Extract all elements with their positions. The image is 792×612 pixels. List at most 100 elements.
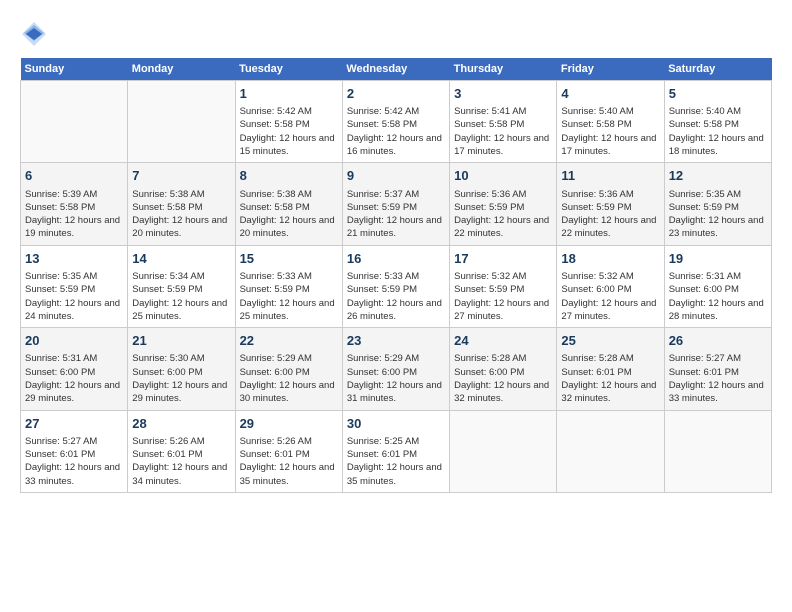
daylight: Daylight: 12 hours and 22 minutes. bbox=[561, 215, 656, 239]
sunrise: Sunrise: 5:25 AM bbox=[347, 436, 419, 447]
daylight: Daylight: 12 hours and 32 minutes. bbox=[454, 380, 549, 404]
sunrise: Sunrise: 5:26 AM bbox=[240, 436, 312, 447]
calendar-cell bbox=[21, 81, 128, 163]
calendar-cell: 24 Sunrise: 5:28 AM Sunset: 6:00 PM Dayl… bbox=[450, 328, 557, 410]
calendar-week-4: 20 Sunrise: 5:31 AM Sunset: 6:00 PM Dayl… bbox=[21, 328, 772, 410]
daylight: Daylight: 12 hours and 24 minutes. bbox=[25, 298, 120, 322]
calendar-cell bbox=[128, 81, 235, 163]
daylight: Daylight: 12 hours and 28 minutes. bbox=[669, 298, 764, 322]
calendar-cell: 17 Sunrise: 5:32 AM Sunset: 5:59 PM Dayl… bbox=[450, 245, 557, 327]
sunset: Sunset: 6:00 PM bbox=[347, 367, 417, 378]
daylight: Daylight: 12 hours and 32 minutes. bbox=[561, 380, 656, 404]
calendar-cell: 23 Sunrise: 5:29 AM Sunset: 6:00 PM Dayl… bbox=[342, 328, 449, 410]
daylight: Daylight: 12 hours and 33 minutes. bbox=[669, 380, 764, 404]
column-header-friday: Friday bbox=[557, 58, 664, 81]
sunrise: Sunrise: 5:32 AM bbox=[561, 271, 633, 282]
sunrise: Sunrise: 5:27 AM bbox=[669, 353, 741, 364]
calendar-body: 1 Sunrise: 5:42 AM Sunset: 5:58 PM Dayli… bbox=[21, 81, 772, 493]
sunset: Sunset: 5:58 PM bbox=[669, 119, 739, 130]
day-number: 23 bbox=[347, 332, 445, 350]
day-number: 24 bbox=[454, 332, 552, 350]
calendar-cell: 5 Sunrise: 5:40 AM Sunset: 5:58 PM Dayli… bbox=[664, 81, 771, 163]
sunrise: Sunrise: 5:37 AM bbox=[347, 189, 419, 200]
sunset: Sunset: 5:59 PM bbox=[561, 202, 631, 213]
sunrise: Sunrise: 5:38 AM bbox=[240, 189, 312, 200]
calendar-cell: 15 Sunrise: 5:33 AM Sunset: 5:59 PM Dayl… bbox=[235, 245, 342, 327]
sunset: Sunset: 6:00 PM bbox=[454, 367, 524, 378]
calendar-cell: 4 Sunrise: 5:40 AM Sunset: 5:58 PM Dayli… bbox=[557, 81, 664, 163]
sunrise: Sunrise: 5:36 AM bbox=[561, 189, 633, 200]
sunrise: Sunrise: 5:28 AM bbox=[561, 353, 633, 364]
sunrise: Sunrise: 5:30 AM bbox=[132, 353, 204, 364]
column-header-wednesday: Wednesday bbox=[342, 58, 449, 81]
day-number: 17 bbox=[454, 250, 552, 268]
day-number: 2 bbox=[347, 85, 445, 103]
daylight: Daylight: 12 hours and 30 minutes. bbox=[240, 380, 335, 404]
sunrise: Sunrise: 5:35 AM bbox=[25, 271, 97, 282]
daylight: Daylight: 12 hours and 35 minutes. bbox=[347, 462, 442, 486]
sunset: Sunset: 5:59 PM bbox=[347, 284, 417, 295]
daylight: Daylight: 12 hours and 26 minutes. bbox=[347, 298, 442, 322]
calendar-cell: 9 Sunrise: 5:37 AM Sunset: 5:59 PM Dayli… bbox=[342, 163, 449, 245]
day-number: 8 bbox=[240, 167, 338, 185]
daylight: Daylight: 12 hours and 17 minutes. bbox=[561, 133, 656, 157]
calendar-cell: 28 Sunrise: 5:26 AM Sunset: 6:01 PM Dayl… bbox=[128, 410, 235, 492]
sunrise: Sunrise: 5:36 AM bbox=[454, 189, 526, 200]
calendar-cell: 2 Sunrise: 5:42 AM Sunset: 5:58 PM Dayli… bbox=[342, 81, 449, 163]
daylight: Daylight: 12 hours and 25 minutes. bbox=[132, 298, 227, 322]
day-number: 20 bbox=[25, 332, 123, 350]
calendar-cell: 22 Sunrise: 5:29 AM Sunset: 6:00 PM Dayl… bbox=[235, 328, 342, 410]
day-number: 27 bbox=[25, 415, 123, 433]
day-number: 14 bbox=[132, 250, 230, 268]
sunset: Sunset: 5:59 PM bbox=[25, 284, 95, 295]
sunrise: Sunrise: 5:31 AM bbox=[669, 271, 741, 282]
sunset: Sunset: 5:58 PM bbox=[240, 119, 310, 130]
sunrise: Sunrise: 5:41 AM bbox=[454, 106, 526, 117]
calendar-cell: 25 Sunrise: 5:28 AM Sunset: 6:01 PM Dayl… bbox=[557, 328, 664, 410]
calendar-cell: 30 Sunrise: 5:25 AM Sunset: 6:01 PM Dayl… bbox=[342, 410, 449, 492]
daylight: Daylight: 12 hours and 29 minutes. bbox=[132, 380, 227, 404]
calendar-week-1: 1 Sunrise: 5:42 AM Sunset: 5:58 PM Dayli… bbox=[21, 81, 772, 163]
sunset: Sunset: 6:00 PM bbox=[25, 367, 95, 378]
daylight: Daylight: 12 hours and 16 minutes. bbox=[347, 133, 442, 157]
calendar-cell: 20 Sunrise: 5:31 AM Sunset: 6:00 PM Dayl… bbox=[21, 328, 128, 410]
sunset: Sunset: 5:58 PM bbox=[25, 202, 95, 213]
day-number: 26 bbox=[669, 332, 767, 350]
sunrise: Sunrise: 5:40 AM bbox=[561, 106, 633, 117]
daylight: Daylight: 12 hours and 23 minutes. bbox=[669, 215, 764, 239]
daylight: Daylight: 12 hours and 20 minutes. bbox=[132, 215, 227, 239]
column-header-tuesday: Tuesday bbox=[235, 58, 342, 81]
day-number: 28 bbox=[132, 415, 230, 433]
day-number: 4 bbox=[561, 85, 659, 103]
calendar-cell: 13 Sunrise: 5:35 AM Sunset: 5:59 PM Dayl… bbox=[21, 245, 128, 327]
daylight: Daylight: 12 hours and 21 minutes. bbox=[347, 215, 442, 239]
calendar-table: SundayMondayTuesdayWednesdayThursdayFrid… bbox=[20, 58, 772, 493]
sunset: Sunset: 6:00 PM bbox=[240, 367, 310, 378]
calendar-cell: 14 Sunrise: 5:34 AM Sunset: 5:59 PM Dayl… bbox=[128, 245, 235, 327]
sunset: Sunset: 5:58 PM bbox=[132, 202, 202, 213]
day-number: 13 bbox=[25, 250, 123, 268]
day-number: 30 bbox=[347, 415, 445, 433]
day-number: 1 bbox=[240, 85, 338, 103]
calendar-cell bbox=[664, 410, 771, 492]
sunrise: Sunrise: 5:42 AM bbox=[347, 106, 419, 117]
calendar-cell: 26 Sunrise: 5:27 AM Sunset: 6:01 PM Dayl… bbox=[664, 328, 771, 410]
calendar-cell: 18 Sunrise: 5:32 AM Sunset: 6:00 PM Dayl… bbox=[557, 245, 664, 327]
day-number: 10 bbox=[454, 167, 552, 185]
sunset: Sunset: 6:01 PM bbox=[669, 367, 739, 378]
sunset: Sunset: 5:58 PM bbox=[454, 119, 524, 130]
day-number: 5 bbox=[669, 85, 767, 103]
sunrise: Sunrise: 5:33 AM bbox=[240, 271, 312, 282]
sunset: Sunset: 5:59 PM bbox=[347, 202, 417, 213]
day-number: 12 bbox=[669, 167, 767, 185]
calendar-cell: 19 Sunrise: 5:31 AM Sunset: 6:00 PM Dayl… bbox=[664, 245, 771, 327]
daylight: Daylight: 12 hours and 19 minutes. bbox=[25, 215, 120, 239]
sunset: Sunset: 5:59 PM bbox=[454, 284, 524, 295]
logo-icon bbox=[20, 20, 48, 48]
day-number: 16 bbox=[347, 250, 445, 268]
calendar-header-row: SundayMondayTuesdayWednesdayThursdayFrid… bbox=[21, 58, 772, 81]
daylight: Daylight: 12 hours and 31 minutes. bbox=[347, 380, 442, 404]
day-number: 9 bbox=[347, 167, 445, 185]
calendar-cell: 29 Sunrise: 5:26 AM Sunset: 6:01 PM Dayl… bbox=[235, 410, 342, 492]
day-number: 22 bbox=[240, 332, 338, 350]
